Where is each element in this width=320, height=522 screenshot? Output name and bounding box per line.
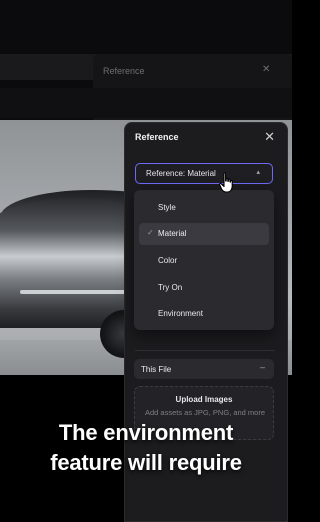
hand-pointer-icon — [218, 172, 233, 193]
file-scope-select[interactable]: This File – — [134, 359, 274, 379]
reference-type-menu: Style ✓ Material Color Try On Environmen… — [134, 190, 274, 330]
car-headlight-strip — [20, 290, 130, 294]
reference-select-label: Reference: Material — [146, 169, 216, 178]
reference-type-select[interactable]: Reference: Material ▴ — [135, 163, 273, 184]
menu-item-material[interactable]: ✓ Material — [139, 223, 269, 245]
collapse-icon: – — [259, 362, 265, 372]
menu-item-label: Environment — [158, 309, 203, 318]
blurred-close-icon: ✕ — [262, 64, 271, 75]
menu-item-environment[interactable]: Environment — [139, 303, 269, 325]
menu-item-color[interactable]: Color — [139, 250, 269, 272]
menu-item-label: Style — [158, 203, 176, 212]
upload-title: Upload Images — [175, 395, 233, 404]
menu-item-try-on[interactable]: Try On — [139, 277, 269, 299]
caption-line-1: The environment — [58, 420, 234, 445]
menu-item-label: Material — [158, 229, 187, 238]
menu-item-style[interactable]: Style — [139, 197, 269, 219]
panel-title: Reference — [135, 132, 179, 142]
section-divider — [135, 350, 275, 351]
file-select-label: This File — [141, 365, 172, 374]
upload-subtitle: Add assets as JPG, PNG, and more — [144, 408, 266, 417]
menu-item-label: Try On — [158, 283, 183, 292]
chevron-up-icon: ▴ — [256, 169, 260, 176]
menu-item-label: Color — [158, 256, 178, 265]
caption-line-2: feature will require — [50, 450, 242, 475]
blurred-strip — [0, 88, 292, 118]
blurred-panel-title: Reference — [103, 66, 145, 76]
check-icon: ✓ — [147, 228, 154, 237]
close-icon[interactable]: ✕ — [264, 129, 275, 145]
